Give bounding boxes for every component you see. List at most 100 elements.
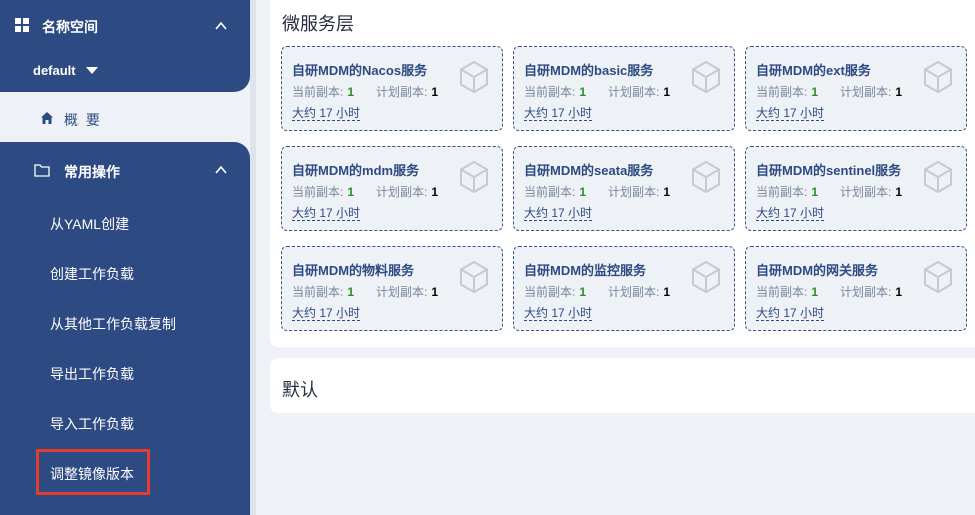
service-age: 大约 17 小时 [524,106,593,121]
service-card[interactable]: 自研MDM的网关服务当前副本: 1 计划副本: 1 大约 17 小时 [745,246,967,331]
service-name[interactable]: 自研MDM的Nacos服务 [292,60,427,79]
service-name[interactable]: 自研MDM的监控服务 [524,260,646,279]
caret-down-icon [85,67,98,74]
default-layer-panel [270,358,975,413]
service-replicas: 当前副本: 1 计划副本: 1 [292,83,438,100]
grid-icon [15,18,29,32]
service-card[interactable]: 自研MDM的监控服务 当前副本: 1 计划副本: 1 大约 17 小时 [513,246,735,331]
current-replicas-value: 1 [579,185,587,199]
menu-item-import-workload[interactable]: 导入工作负载 [50,414,134,434]
current-replicas-value: 1 [811,285,819,299]
service-name[interactable]: 自研MDM的ext服务 [756,60,871,79]
planned-replicas-label: 计划副本: [608,85,660,99]
service-name[interactable]: 自研MDM的物料服务 [292,260,414,279]
planned-replicas-label: 计划副本: [840,285,892,299]
service-age: 大约 17 小时 [756,306,825,321]
cube-icon [460,160,488,194]
planned-replicas-value: 1 [431,285,439,299]
service-age: 大约 17 小时 [292,306,361,321]
service-name[interactable]: 自研MDM的mdm服务 [292,160,419,179]
planned-replicas-value: 1 [895,285,903,299]
service-replicas: 当前副本: 1 计划副本: 1 [756,283,902,300]
namespace-select[interactable]: default [33,63,98,78]
planned-replicas-label: 计划副本: [840,185,892,199]
planned-replicas-value: 1 [663,85,671,99]
service-card[interactable]: 自研MDM的ext服务 当前副本: 1 计划副本: 1 大约 17 小时 [745,46,967,131]
cube-icon [692,260,720,294]
current-replicas-value: 1 [579,285,587,299]
cube-icon [924,260,952,294]
service-card[interactable]: 自研MDM的seata服务 当前副本: 1 计划副本: 1 大约 17 小时 [513,146,735,231]
home-icon [41,112,53,124]
sidebar-item-overview-label: 概 要 [64,112,102,128]
current-replicas-value: 1 [347,285,355,299]
service-replicas: 当前副本: 1 计划副本: 1 [292,183,438,200]
current-replicas-value: 1 [811,185,819,199]
current-replicas-label: 当前副本: [756,85,808,99]
default-layer-title: 默认 [282,380,318,400]
service-age: 大约 17 小时 [292,206,361,221]
planned-replicas-value: 1 [431,185,439,199]
menu-item-copy-workload[interactable]: 从其他工作负载复制 [50,314,176,334]
service-card[interactable]: 自研MDM的Nacos服务 当前副本: 1 计划副本: 1 大约 17 小时 [281,46,503,131]
current-replicas-value: 1 [811,85,819,99]
current-replicas-label: 当前副本: [524,185,576,199]
current-replicas-label: 当前副本: [524,285,576,299]
service-card[interactable]: 自研MDM的sentinel服务 当前副本: 1 计划副本: 1 大约 17 小时 [745,146,967,231]
service-card[interactable]: 自研MDM的物料服务 当前副本: 1 计划副本: 1 大约 17 小时 [281,246,503,331]
current-replicas-label: 当前副本: [292,185,344,199]
highlight-box [36,449,150,495]
current-replicas-label: 当前副本: [292,285,344,299]
service-name[interactable]: 自研MDM的sentinel服务 [756,160,901,179]
cube-icon [924,60,952,94]
planned-replicas-label: 计划副本: [376,285,428,299]
service-name[interactable]: 自研MDM的网关服务 [756,260,878,279]
ops-title: 常用操作 [64,164,120,180]
planned-replicas-label: 计划副本: [376,185,428,199]
cube-icon [692,60,720,94]
menu-item-export-workload[interactable]: 导出工作负载 [50,364,134,384]
sidebar-scrollbar[interactable] [250,0,256,515]
service-age: 大约 17 小时 [524,306,593,321]
current-replicas-value: 1 [347,85,355,99]
folder-icon [34,164,50,177]
namespace-title: 名称空间 [42,19,98,35]
sidebar-item-overview[interactable] [0,92,250,142]
planned-replicas-value: 1 [663,285,671,299]
planned-replicas-label: 计划副本: [840,85,892,99]
service-replicas: 当前副本: 1 计划副本: 1 [756,183,902,200]
current-replicas-label: 当前副本: [292,85,344,99]
cube-icon [460,260,488,294]
chevron-up-icon[interactable] [214,163,228,177]
service-replicas: 当前副本: 1 计划副本: 1 [524,83,670,100]
service-age: 大约 17 小时 [524,206,593,221]
service-card[interactable]: 自研MDM的basic服务 当前副本: 1 计划副本: 1 大约 17 小时 [513,46,735,131]
cube-icon [692,160,720,194]
menu-item-create-from-yaml[interactable]: 从YAML创建 [50,214,129,234]
current-replicas-value: 1 [347,185,355,199]
chevron-up-icon[interactable] [214,19,228,33]
service-replicas: 当前副本: 1 计划副本: 1 [292,283,438,300]
planned-replicas-value: 1 [895,185,903,199]
service-name[interactable]: 自研MDM的seata服务 [524,160,653,179]
menu-item-create-workload[interactable]: 创建工作负载 [50,264,134,284]
namespace-selected-value: default [33,63,76,78]
namespace-header[interactable]: 名称空间 [0,0,250,50]
service-replicas: 当前副本: 1 计划副本: 1 [524,183,670,200]
service-replicas: 当前副本: 1 计划副本: 1 [756,83,902,100]
service-age: 大约 17 小时 [756,206,825,221]
service-card[interactable]: 自研MDM的mdm服务 当前副本: 1 计划副本: 1 大约 17 小时 [281,146,503,231]
planned-replicas-label: 计划副本: [608,185,660,199]
cube-icon [460,60,488,94]
planned-replicas-value: 1 [431,85,439,99]
layer-title: 微服务层 [282,14,354,34]
service-age: 大约 17 小时 [756,106,825,121]
planned-replicas-value: 1 [895,85,903,99]
planned-replicas-label: 计划副本: [376,85,428,99]
planned-replicas-value: 1 [663,185,671,199]
cube-icon [924,160,952,194]
current-replicas-value: 1 [579,85,587,99]
service-name[interactable]: 自研MDM的basic服务 [524,60,653,79]
sidebar: 名称空间 default 概 要 常用操作 从YAML创建 创建工作负载 从其他… [0,0,250,515]
planned-replicas-label: 计划副本: [608,285,660,299]
